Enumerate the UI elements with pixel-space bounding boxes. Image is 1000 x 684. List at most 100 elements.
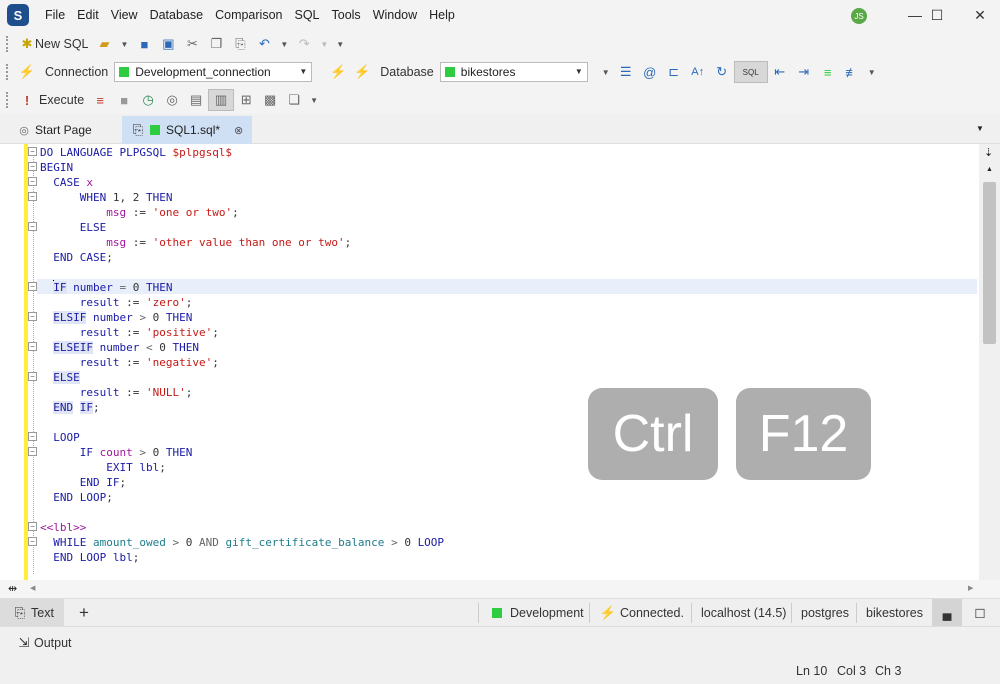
refresh-button[interactable]: ↻ xyxy=(710,61,734,83)
toolbar-grip[interactable] xyxy=(6,36,9,52)
format-button[interactable]: ☰ xyxy=(614,61,638,83)
maximize-button[interactable]: ☐ xyxy=(917,0,957,30)
history-button[interactable]: ◷ xyxy=(136,89,160,111)
close-tab-icon[interactable]: ⊗ xyxy=(234,124,243,137)
database-value: bikestores xyxy=(460,65,516,79)
disconnect-button[interactable]: ⚡ xyxy=(326,61,350,83)
save-button[interactable]: ■ xyxy=(132,33,156,55)
fold-toggle[interactable]: − xyxy=(28,312,37,321)
connection-plug-button[interactable]: ⚡ xyxy=(15,61,39,83)
export-button[interactable]: ❏ xyxy=(282,89,306,111)
redo-button[interactable]: ↷ xyxy=(292,33,316,55)
panel-toggle-button[interactable]: ▄ xyxy=(932,599,962,627)
execute-button[interactable]: ! Execute xyxy=(15,89,88,111)
paste-button[interactable]: ⎘ xyxy=(228,33,252,55)
query-builder-button[interactable]: ⊞ xyxy=(234,89,258,111)
fold-toggle[interactable]: − xyxy=(28,522,37,531)
toolbar-grip[interactable] xyxy=(6,64,9,80)
comment-button[interactable]: ≡ xyxy=(816,61,840,83)
layout-button[interactable]: ▥ xyxy=(208,89,235,111)
maximize-editor-button[interactable]: ☐ xyxy=(968,599,992,627)
menu-bar: File Edit View Database Comparison SQL T… xyxy=(39,0,461,30)
open-dropdown-icon[interactable]: ▼ xyxy=(121,40,129,49)
split-icon[interactable]: ⇣ xyxy=(984,146,993,159)
menu-sql[interactable]: SQL xyxy=(288,0,325,30)
output-tab[interactable]: ⇲ Output xyxy=(16,627,72,659)
outdent-button[interactable]: ⇤ xyxy=(768,61,792,83)
scroll-up-icon[interactable]: ▲ xyxy=(986,166,993,173)
menu-edit[interactable]: Edit xyxy=(71,0,105,30)
code-line: END LOOP lbl; xyxy=(53,551,140,564)
fold-toggle[interactable]: − xyxy=(28,282,37,291)
undo-button[interactable]: ↶ xyxy=(252,33,276,55)
query-profiler-button[interactable]: ◎ xyxy=(160,89,184,111)
code-line: result := 'zero'; xyxy=(79,296,193,309)
tabs-dropdown-icon[interactable]: ▼ xyxy=(976,124,984,133)
sql-mode-button[interactable]: SQL xyxy=(733,61,768,83)
script-button[interactable]: ▤ xyxy=(184,89,208,111)
scroll-right-icon[interactable]: ▶ xyxy=(968,584,973,592)
add-tab-button[interactable]: + xyxy=(79,599,89,627)
unplug-icon: ⚡ xyxy=(330,64,347,79)
menu-help[interactable]: Help xyxy=(423,0,461,30)
indent-button[interactable]: ⇥ xyxy=(792,61,816,83)
redo-dropdown-icon[interactable]: ▼ xyxy=(320,40,328,49)
start-page-icon: ◎ xyxy=(19,124,29,137)
code-line: LOOP xyxy=(53,431,80,444)
connection-color-icon xyxy=(150,125,160,135)
menu-window[interactable]: Window xyxy=(367,0,423,30)
fold-toggle[interactable]: − xyxy=(28,432,37,441)
fold-toggle[interactable]: − xyxy=(28,222,37,231)
sql-editor[interactable]: − − − − − − − − − − − − − DO LANGUAGE PL… xyxy=(0,144,1000,580)
close-button[interactable]: ✕ xyxy=(960,0,1000,30)
chart-button[interactable]: ▩ xyxy=(258,89,282,111)
outline-button[interactable]: ⊏ xyxy=(662,61,686,83)
fold-toggle[interactable]: − xyxy=(28,537,37,546)
fold-toggle[interactable]: − xyxy=(28,177,37,186)
database-select[interactable]: bikestores ▼ xyxy=(439,62,588,82)
copy-button[interactable]: ❐ xyxy=(204,33,228,55)
execute-statement-button[interactable]: ≡ xyxy=(88,89,112,111)
menu-tools[interactable]: Tools xyxy=(326,0,367,30)
fold-toggle[interactable]: − xyxy=(28,192,37,201)
scroll-left-icon[interactable]: ◀ xyxy=(30,584,35,592)
horizontal-scrollbar[interactable]: ⇹ ◀ ▶ xyxy=(0,580,1000,598)
tab-sql1[interactable]: ⎘ SQL1.sql* ⊗ xyxy=(122,116,252,144)
cut-button[interactable]: ✂ xyxy=(180,33,204,55)
stop-button[interactable]: ■ xyxy=(112,89,136,111)
new-sql-button[interactable]: ✱ New SQL xyxy=(15,33,93,55)
split-horizontal-icon[interactable]: ⇹ xyxy=(8,582,17,595)
fold-toggle[interactable]: − xyxy=(28,147,37,156)
fold-toggle[interactable]: − xyxy=(28,447,37,456)
database-overflow-icon[interactable]: ▼ xyxy=(602,68,610,77)
standard-toolbar: ✱ New SQL ▰ ▼ ■ ▣ ✂ ❐ ⎘ ↶ ▼ ↷ ▼ ▼ xyxy=(0,30,1000,58)
uncomment-button[interactable]: ≢ xyxy=(840,61,864,83)
vertical-scrollbar[interactable]: ⇣ ▲ xyxy=(979,144,1000,580)
reconnect-button[interactable]: ⚡ xyxy=(350,61,374,83)
save-all-icon: ▣ xyxy=(162,36,175,51)
toolbar-grip[interactable] xyxy=(6,92,9,108)
menu-view[interactable]: View xyxy=(105,0,144,30)
user-avatar[interactable]: JS xyxy=(851,8,867,24)
vertical-scroll-thumb[interactable] xyxy=(983,182,996,344)
environment-status: Development xyxy=(492,599,584,627)
text-tab[interactable]: ⎘ Text xyxy=(0,599,64,627)
fold-toggle[interactable]: − xyxy=(28,372,37,381)
fold-toggle[interactable]: − xyxy=(28,342,37,351)
tab-start-page[interactable]: ◎ Start Page xyxy=(8,116,100,144)
save-all-button[interactable]: ▣ xyxy=(156,33,180,55)
menu-comparison[interactable]: Comparison xyxy=(209,0,288,30)
connection-select[interactable]: Development_connection ▼ xyxy=(114,62,313,82)
toolbar-overflow-icon[interactable]: ▼ xyxy=(336,40,344,49)
fold-toggle[interactable]: − xyxy=(28,162,37,171)
code-line: result := 'positive'; xyxy=(79,326,219,339)
toolbar-overflow-icon[interactable]: ▼ xyxy=(868,68,876,77)
menu-database[interactable]: Database xyxy=(144,0,210,30)
toolbar-overflow-icon[interactable]: ▼ xyxy=(310,96,318,105)
open-button[interactable]: ▰ xyxy=(93,33,117,55)
stop-icon: ■ xyxy=(120,92,129,108)
undo-dropdown-icon[interactable]: ▼ xyxy=(280,40,288,49)
parameters-button[interactable]: @ xyxy=(638,61,662,83)
uppercase-button[interactable]: A↑ xyxy=(686,61,710,83)
menu-file[interactable]: File xyxy=(39,0,71,30)
